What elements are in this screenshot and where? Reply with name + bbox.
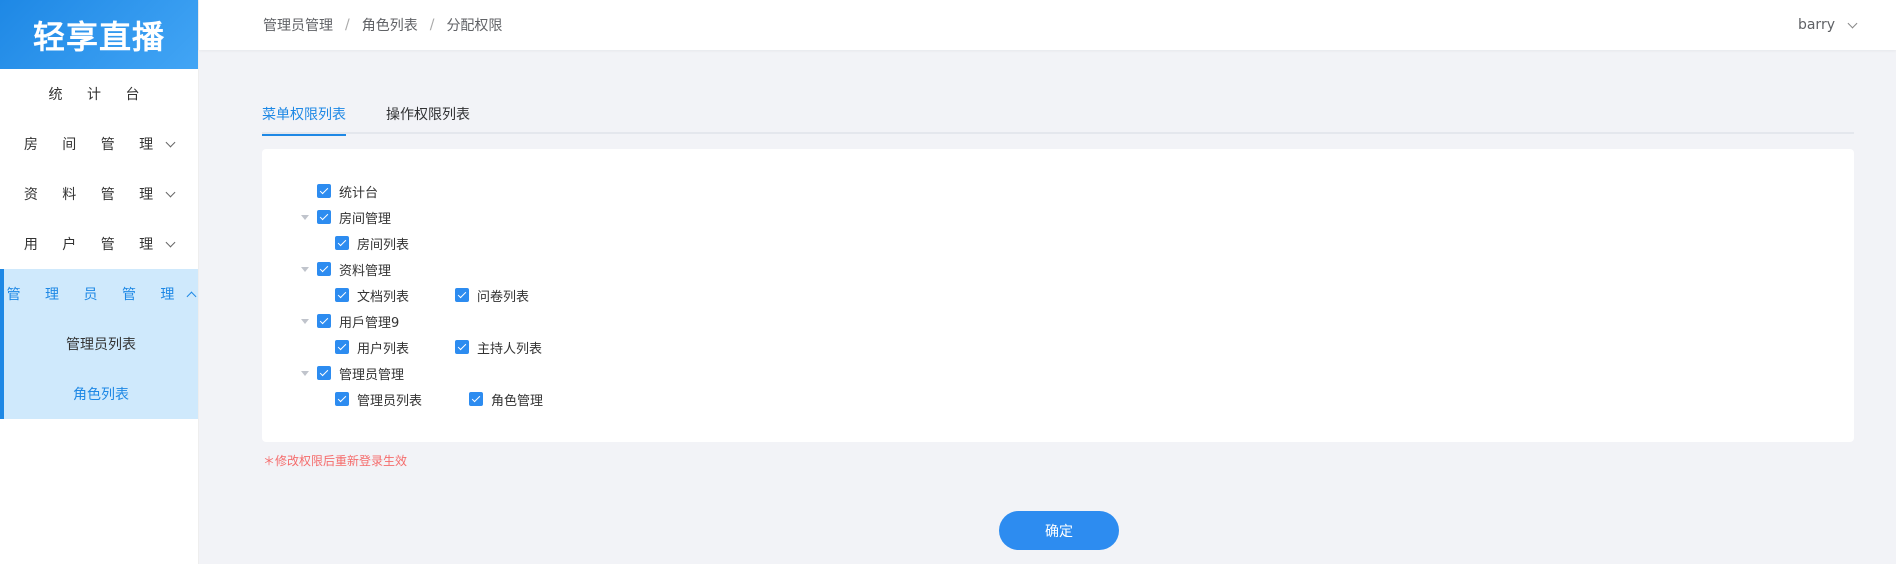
- relogin-notice: ＊修改权限后重新登录生效: [263, 454, 408, 468]
- sidebar-item-material-management[interactable]: 资 料 管 理: [0, 169, 198, 219]
- top-header: 管理员管理 / 角色列表 / 分配权限 barry: [199, 0, 1896, 50]
- checkbox[interactable]: [317, 210, 331, 224]
- sidebar-submenu-admin: 管理员列表 角色列表: [0, 319, 198, 419]
- sidebar: 轻享直播 统 计 台 房 间 管 理 资 料 管 理 用 户 管 理 管 理 员…: [0, 0, 199, 564]
- chevron-down-icon: [1847, 18, 1858, 28]
- sidebar-item-label: 用 户 管 理: [23, 237, 164, 253]
- tree-node-admin-management: 管理员管理: [301, 363, 404, 383]
- sidebar-subitem-admin-list[interactable]: 管理员列表: [4, 319, 198, 369]
- tree-node-label: 管理员列表: [357, 393, 423, 409]
- sidebar-item-user-management[interactable]: 用 户 管 理: [0, 219, 198, 269]
- tree-node-doc-list: 文档列表: [335, 285, 409, 305]
- tab-operation-permissions[interactable]: 操作权限列表: [386, 104, 470, 134]
- sidebar-item-dashboard[interactable]: 统 计 台: [0, 69, 198, 119]
- tree-node-label: 用户列表: [357, 341, 410, 357]
- tree-node-dashboard: 统计台: [317, 181, 378, 201]
- sidebar-item-label: 房 间 管 理: [23, 137, 164, 153]
- tree-node-host-list: 主持人列表: [455, 337, 542, 357]
- tree-node-label: 角色管理: [491, 393, 544, 409]
- checkbox[interactable]: [455, 340, 469, 354]
- breadcrumb-separator: /: [429, 17, 435, 33]
- checkbox[interactable]: [317, 366, 331, 380]
- chevron-down-icon: [165, 187, 176, 197]
- caret-down-icon[interactable]: [301, 370, 309, 376]
- breadcrumb: 管理员管理 / 角色列表 / 分配权限: [263, 15, 502, 35]
- breadcrumb-item[interactable]: 管理员管理: [263, 15, 333, 35]
- tree-node-room-list: 房间列表: [335, 233, 409, 253]
- app-logo: 轻享直播: [0, 0, 198, 69]
- tree-node-role-management: 角色管理: [469, 389, 543, 409]
- checkbox[interactable]: [469, 392, 483, 406]
- caret-down-icon[interactable]: [301, 318, 309, 324]
- tree-node-label: 房间管理: [339, 211, 392, 227]
- checkbox[interactable]: [335, 392, 349, 406]
- sidebar-item-admin-management[interactable]: 管 理 员 管 理: [0, 269, 198, 319]
- tab-menu-permissions[interactable]: 菜单权限列表: [262, 104, 346, 136]
- checkbox[interactable]: [335, 340, 349, 354]
- tree-node-label: 资料管理: [339, 263, 392, 279]
- chevron-down-icon: [165, 137, 176, 147]
- sidebar-item-label: 资 料 管 理: [23, 187, 164, 203]
- sidebar-item-label: 管 理 员 管 理: [6, 287, 185, 303]
- permission-tree-panel: 统计台 房间管理 房间列表 资料管理 文档列表 问卷列表 用戶管理9 用户列表 …: [262, 149, 1854, 442]
- tree-node-material-management: 资料管理: [301, 259, 391, 279]
- tree-node-label: 管理员管理: [339, 367, 405, 383]
- checkbox[interactable]: [335, 288, 349, 302]
- chevron-down-icon: [165, 237, 176, 247]
- breadcrumb-item-current: 分配权限: [446, 18, 503, 34]
- user-menu[interactable]: barry: [1797, 0, 1858, 50]
- tree-node-label: 用戶管理9: [339, 315, 400, 331]
- tree-node-label: 房间列表: [357, 237, 410, 253]
- chevron-up-icon: [186, 291, 197, 301]
- tree-node-survey-list: 问卷列表: [455, 285, 529, 305]
- tree-node-label: 统计台: [339, 185, 379, 201]
- tree-node-room-management: 房间管理: [301, 207, 391, 227]
- tree-node-admin-list: 管理员列表: [335, 389, 422, 409]
- sidebar-subitem-role-list[interactable]: 角色列表: [4, 369, 198, 419]
- permission-tabs: 菜单权限列表 操作权限列表: [262, 104, 1854, 136]
- checkbox[interactable]: [335, 236, 349, 250]
- username: barry: [1797, 17, 1835, 33]
- tree-node-user-management: 用戶管理9: [301, 311, 399, 331]
- checkbox[interactable]: [455, 288, 469, 302]
- caret-down-icon[interactable]: [301, 214, 309, 220]
- sidebar-item-room-management[interactable]: 房 间 管 理: [0, 119, 198, 169]
- confirm-button[interactable]: 确定: [999, 511, 1119, 550]
- breadcrumb-item[interactable]: 角色列表: [362, 15, 418, 35]
- checkbox[interactable]: [317, 262, 331, 276]
- checkbox[interactable]: [317, 184, 331, 198]
- tree-node-user-list: 用户列表: [335, 337, 409, 357]
- tree-node-label: 文档列表: [357, 289, 410, 305]
- checkbox[interactable]: [317, 314, 331, 328]
- tree-node-label: 问卷列表: [477, 289, 530, 305]
- caret-down-icon[interactable]: [301, 266, 309, 272]
- sidebar-item-label: 统 计 台: [48, 87, 150, 103]
- breadcrumb-separator: /: [345, 17, 350, 33]
- tree-node-label: 主持人列表: [477, 341, 543, 357]
